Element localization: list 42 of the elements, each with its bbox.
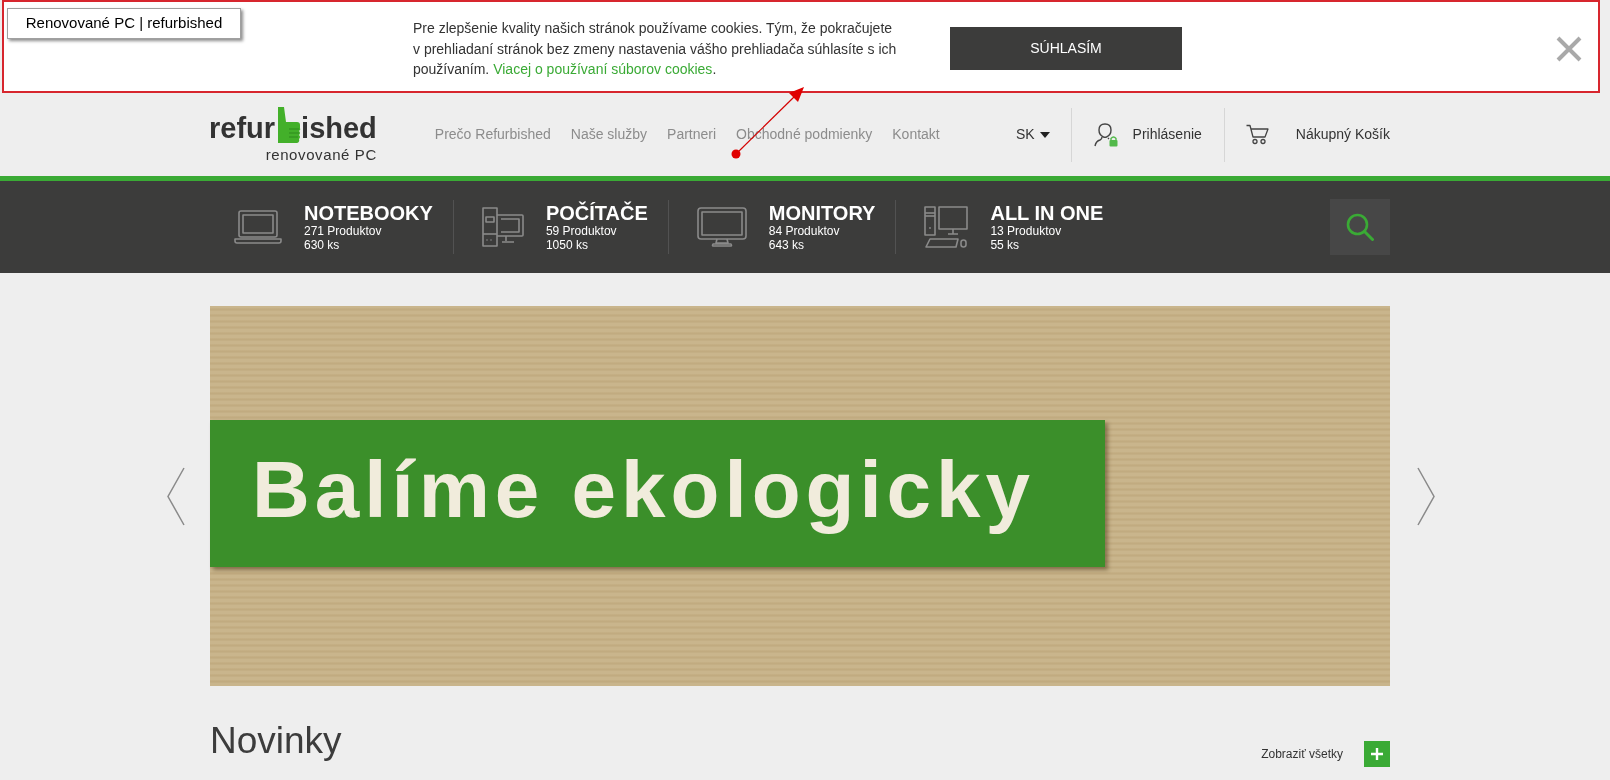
logo-tagline: renovované PC xyxy=(265,146,377,164)
stock-count: 55 ks xyxy=(990,238,1021,252)
cart-link[interactable]: Nákupný Košík xyxy=(1245,124,1390,145)
product-count: 271 Produktov xyxy=(304,224,383,238)
language-selector[interactable]: SK xyxy=(1015,124,1050,145)
logo-text: refur xyxy=(209,113,276,143)
category-title: POČÍTAČE xyxy=(545,202,648,224)
stock-count: 630 ks xyxy=(304,238,341,252)
monitor-icon xyxy=(696,207,747,247)
cart-icon xyxy=(1245,124,1269,145)
category-link[interactable]: POČÍTAČE 59 Produktov 1050 ks xyxy=(452,200,668,254)
banner-heading: Balíme ekologicky xyxy=(252,444,1036,535)
page-title-label: Renovované PC | refurbished xyxy=(7,8,241,39)
product-count: 13 Produktov xyxy=(990,224,1063,238)
desktop-computer-icon xyxy=(481,207,524,247)
all-in-one-computer-icon xyxy=(924,206,969,248)
cookie-notice-text: Pre zlepšenie kvality našich stránok používame cookies. Tým, že pokračujete v prehliadaní stránok bez zmeny nastavenia vášho prehliadača súhlasíte s ich používaním. Viacej o používaní súborov cookies. xyxy=(413,19,898,79)
category-link[interactable]: NOTEBOOKY 271 Produktov 630 ks xyxy=(210,200,453,254)
product-count: 84 Produktov xyxy=(768,224,841,238)
search-button[interactable] xyxy=(1330,199,1390,255)
caret-icon xyxy=(1039,131,1050,138)
login-link[interactable]: Prihlásenie xyxy=(1093,122,1202,147)
show-all-link[interactable]: Zobraziť všetky xyxy=(1261,745,1343,763)
next-slide-arrow[interactable] xyxy=(1417,466,1436,526)
category-title: ALL IN ONE xyxy=(990,202,1104,224)
laptop-icon xyxy=(234,210,282,244)
plus-icon xyxy=(1371,748,1383,760)
category-link[interactable]: ALL IN ONE 13 Produktov 55 ks xyxy=(895,200,1124,254)
search-icon xyxy=(1346,213,1374,241)
close-icon[interactable] xyxy=(1556,36,1582,62)
show-all-button[interactable] xyxy=(1364,741,1390,767)
category-title: MONITORY xyxy=(768,202,876,224)
stock-count: 1050 ks xyxy=(545,238,589,252)
product-count: 59 Produktov xyxy=(545,224,618,238)
section-title: Novinky xyxy=(210,719,342,763)
user-lock-icon xyxy=(1093,122,1119,147)
accept-cookies-button[interactable]: SÚHLASÍM xyxy=(950,27,1182,70)
category-link[interactable]: MONITORY 84 Produktov 643 ks xyxy=(667,200,896,254)
category-title: NOTEBOOKY xyxy=(304,202,433,224)
logo-text: ished xyxy=(301,113,377,143)
stock-count: 643 ks xyxy=(768,238,806,252)
previous-slide-arrow[interactable] xyxy=(166,466,185,526)
